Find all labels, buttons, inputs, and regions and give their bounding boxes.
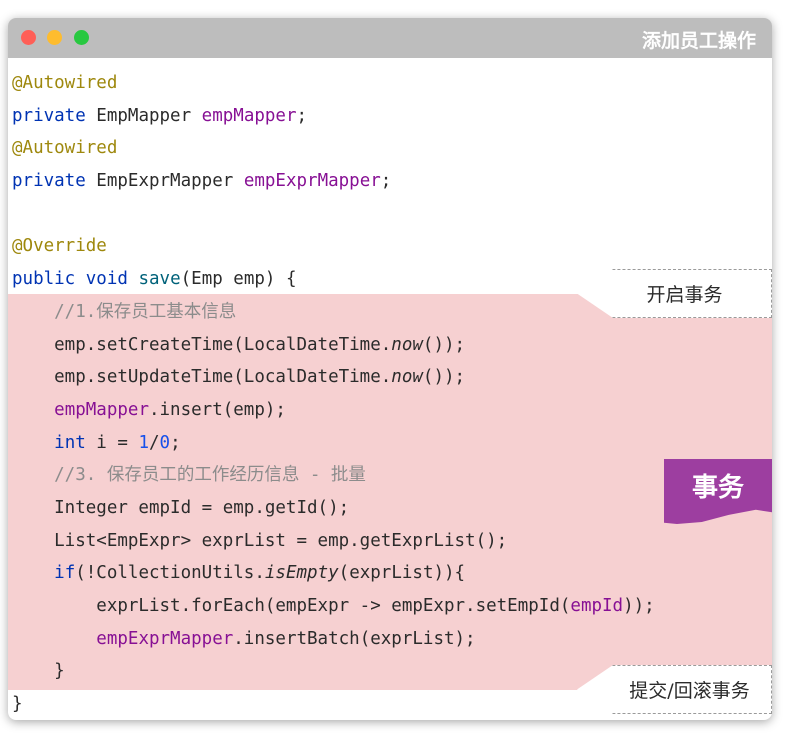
code-line: if(!CollectionUtils.isEmpty(exprList)){: [54, 563, 466, 584]
minimize-icon[interactable]: [47, 30, 62, 45]
code-line: //3. 保存员工的工作经历信息 - 批量: [12, 465, 366, 486]
code-line: private EmpExprMapper empExprMapper;: [12, 171, 392, 192]
code-line: public void save(Emp emp) {: [12, 269, 297, 290]
code-line: @Override: [12, 236, 107, 257]
code-line: int i = 1/0;: [54, 432, 181, 453]
code-line: }: [12, 694, 23, 715]
code-line: private EmpMapper empMapper;: [12, 105, 308, 126]
code-line: empMapper.insert(emp);: [54, 399, 286, 420]
code-line: emp.setCreateTime(LocalDateTime.now());: [12, 334, 466, 355]
code-line: @Autowired: [12, 138, 118, 159]
close-icon[interactable]: [21, 30, 36, 45]
code-line: }: [12, 661, 65, 682]
code-line: empExprMapper.insertBatch(exprList);: [96, 628, 476, 649]
code-line: Integer empId = emp.getId();: [12, 497, 350, 518]
zoom-icon[interactable]: [74, 30, 89, 45]
code-block: @Autowired private EmpMapper empMapper; @A…: [12, 67, 655, 720]
code-line: emp.setUpdateTime(LocalDateTime.now());: [12, 367, 466, 388]
code-line: List<EmpExpr> exprList = emp.getExprList…: [12, 530, 508, 551]
start-transaction-callout: 开启事务: [577, 269, 772, 318]
code-line: @Autowired: [12, 73, 118, 93]
code-window: 添加员工操作 @Autowired private EmpMapper empMa…: [8, 18, 772, 720]
code-line: //1.保存员工基本信息: [12, 301, 237, 322]
title-bar: 添加员工操作: [8, 18, 772, 58]
commit-rollback-callout: 提交/回滚事务: [577, 665, 772, 714]
code-line: exprList.forEach(empExpr -> empExpr.setE…: [12, 596, 655, 616]
window-title: 添加员工操作: [641, 30, 756, 52]
